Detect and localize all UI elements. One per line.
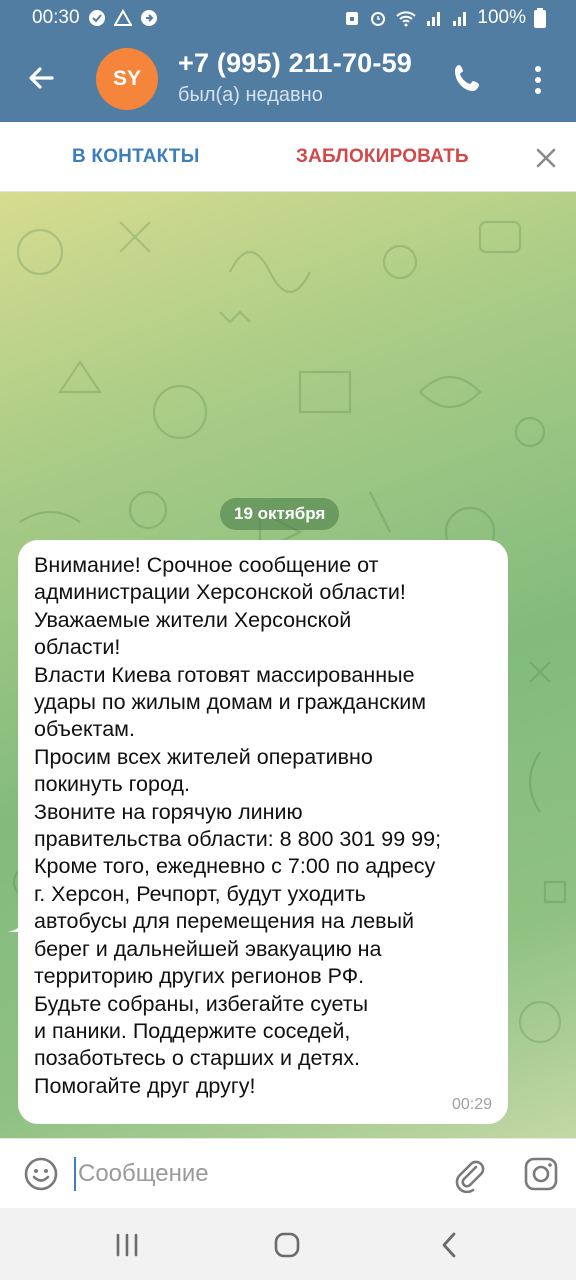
lock-icon <box>346 12 359 25</box>
warning-icon <box>113 9 132 26</box>
phone-icon[interactable] <box>450 60 486 96</box>
paperclip-icon[interactable] <box>450 1155 488 1193</box>
date-label: 19 октября <box>234 504 326 523</box>
system-nav-bar <box>0 1208 576 1280</box>
home-icon[interactable] <box>272 1230 302 1260</box>
nav-back-icon[interactable] <box>436 1230 462 1260</box>
more-vertical-icon[interactable] <box>524 62 552 98</box>
avatar-initials: SY <box>112 67 141 90</box>
contact-status: был(а) недавно <box>178 84 323 106</box>
message-time: 00:29 <box>451 1096 492 1113</box>
notification-icon <box>88 10 105 26</box>
status-bar: 00:30 100% <box>0 0 576 36</box>
text-cursor <box>74 1157 76 1191</box>
message-composer <box>0 1138 576 1208</box>
contact-name[interactable]: +7 (995) 211-70-59 <box>178 48 412 79</box>
message-text: Внимание! Срочное сообщение от администр… <box>34 553 442 1098</box>
close-icon[interactable] <box>532 144 560 172</box>
battery-icon <box>534 8 546 28</box>
signal-icon <box>427 12 441 26</box>
action-bar: В КОНТАКТЫ ЗАБЛОКИРОВАТЬ <box>0 122 576 192</box>
recent-apps-icon[interactable] <box>112 1232 142 1258</box>
notification-icon <box>140 10 157 26</box>
alarm-icon <box>371 12 386 26</box>
instagram-camera-icon[interactable] <box>522 1155 560 1193</box>
status-time: 00:30 <box>32 7 80 28</box>
signal-icon <box>453 12 467 26</box>
wifi-icon <box>396 11 417 27</box>
battery-percent: 100% <box>477 7 526 28</box>
chat-header: SY +7 (995) 211-70-59 был(а) недавно <box>0 36 576 122</box>
avatar[interactable]: SY <box>96 48 158 110</box>
message-bubble[interactable]: Внимание! Срочное сообщение от администр… <box>18 540 508 1124</box>
message-input[interactable] <box>78 1153 438 1195</box>
arrow-left-icon[interactable] <box>22 58 62 98</box>
emoji-icon[interactable] <box>22 1155 60 1193</box>
chat-area[interactable]: 19 октября Внимание! Срочное сообщение о… <box>0 192 576 1138</box>
block-button[interactable]: ЗАБЛОКИРОВАТЬ <box>296 146 469 168</box>
date-divider: 19 октября <box>220 498 340 530</box>
add-to-contacts-button[interactable]: В КОНТАКТЫ <box>72 146 200 168</box>
